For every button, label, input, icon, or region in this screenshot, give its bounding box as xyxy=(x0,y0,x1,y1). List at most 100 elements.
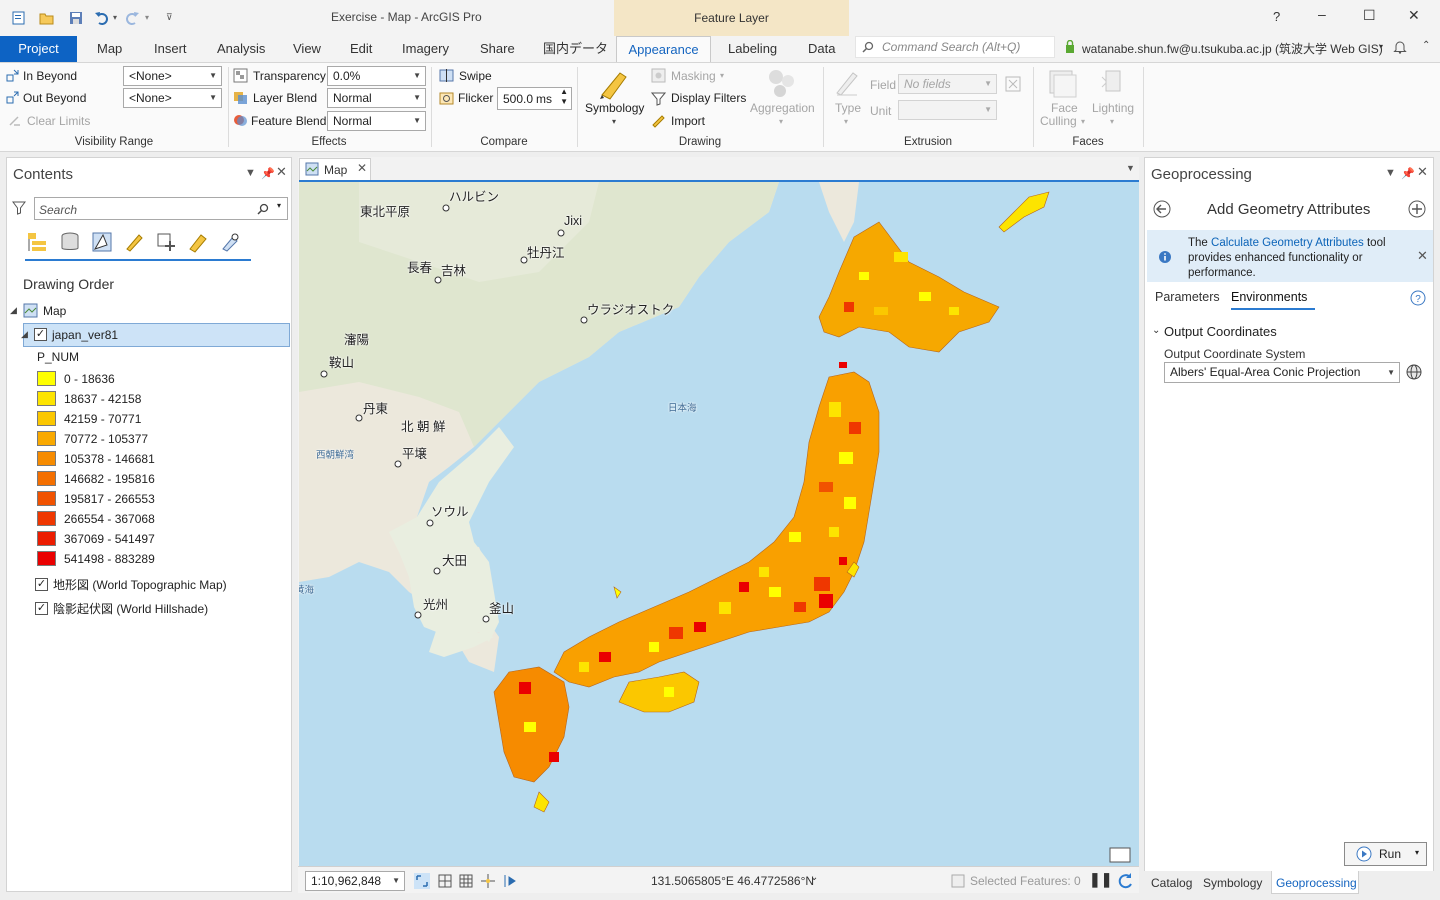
list-by-perspective-imagery-icon[interactable] xyxy=(219,231,241,253)
dock-tab-symbology[interactable]: Symbology xyxy=(1203,876,1262,890)
symbology-dropdown-icon[interactable]: ▾ xyxy=(612,117,616,126)
lighting-dropdown-icon[interactable]: ▾ xyxy=(1110,117,1114,126)
layer-name[interactable]: japan_ver81 xyxy=(52,328,118,342)
output-coordinate-system-select[interactable]: Albers' Equal-Area Conic Projection ▼ xyxy=(1164,362,1400,383)
refresh-icon[interactable] xyxy=(1116,872,1134,890)
in-beyond-button[interactable]: In Beyond xyxy=(23,69,77,83)
collapse-map-icon[interactable]: ◢ xyxy=(10,305,17,316)
list-by-drawing-order-icon[interactable] xyxy=(26,231,48,253)
close-map-tab-icon[interactable]: ✕ xyxy=(357,161,367,175)
display-filters-button[interactable]: Display Filters xyxy=(671,91,746,105)
collapse-ribbon-icon[interactable]: ⌃ xyxy=(1422,40,1430,51)
face-culling-dropdown-icon[interactable]: ▾ xyxy=(1081,117,1085,126)
tab-parameters[interactable]: Parameters xyxy=(1155,290,1220,304)
list-by-data-source-icon[interactable] xyxy=(59,231,81,253)
basemap-hillshade-checkbox[interactable]: ✓ xyxy=(35,602,48,615)
globe-icon[interactable] xyxy=(1405,363,1423,381)
section-collapse-icon[interactable]: ⌄ xyxy=(1152,325,1160,336)
back-arrow-icon[interactable] xyxy=(1153,200,1171,218)
close-button[interactable]: ✕ xyxy=(1408,7,1420,24)
face-culling-button-line1[interactable]: Face xyxy=(1051,101,1078,115)
tab-domestic-data[interactable]: 国内データ xyxy=(543,36,608,62)
run-button[interactable]: Run ▾ xyxy=(1344,842,1427,866)
map-view-tab[interactable]: Map ✕ xyxy=(299,158,371,180)
tab-imagery[interactable]: Imagery xyxy=(402,36,449,62)
type-dropdown-icon[interactable]: ▾ xyxy=(844,117,848,126)
basemap-topographic-label[interactable]: 地形図 (World Topographic Map) xyxy=(53,576,227,593)
transparency-input[interactable]: 0.0% ▼ xyxy=(327,66,426,86)
legend-swatch[interactable] xyxy=(37,411,56,426)
legend-swatch[interactable] xyxy=(37,391,56,406)
list-by-selection-icon[interactable] xyxy=(91,231,113,253)
output-coordinates-heading[interactable]: Output Coordinates xyxy=(1164,324,1277,339)
import-button[interactable]: Import xyxy=(671,114,705,128)
maximize-button[interactable]: ☐ xyxy=(1363,7,1376,24)
list-by-editing-icon[interactable] xyxy=(123,231,145,253)
redo-icon[interactable] xyxy=(124,10,140,26)
search-dropdown-icon[interactable]: ▾ xyxy=(277,201,281,210)
legend-swatch[interactable] xyxy=(37,491,56,506)
table-icon[interactable] xyxy=(458,873,474,889)
undo-icon[interactable] xyxy=(94,10,110,26)
feature-blend-select[interactable]: Normal ▼ xyxy=(327,111,426,131)
flicker-rate-input[interactable]: 500.0 ms ▲ ▼ xyxy=(497,87,572,110)
list-by-snapping-icon[interactable] xyxy=(155,231,177,253)
pin-icon[interactable]: 📌 xyxy=(261,167,275,180)
map-tabs-menu-icon[interactable]: ▼ xyxy=(1126,163,1135,173)
tab-analysis[interactable]: Analysis xyxy=(217,36,265,62)
tab-environments[interactable]: Environments xyxy=(1231,290,1307,304)
basemap-hillshade-label[interactable]: 陰影起伏図 (World Hillshade) xyxy=(53,600,208,617)
grid-icon[interactable] xyxy=(437,873,453,889)
snapping-icon[interactable] xyxy=(480,873,496,889)
tab-labeling[interactable]: Labeling xyxy=(728,36,777,62)
clear-limits-button[interactable]: Clear Limits xyxy=(27,114,90,128)
filter-icon[interactable] xyxy=(12,201,26,215)
legend-swatch[interactable] xyxy=(37,551,56,566)
basemap-topographic-checkbox[interactable]: ✓ xyxy=(35,578,48,591)
refresh-pause-icon[interactable] xyxy=(503,873,519,889)
scale-select[interactable]: 1:10,962,848 ▼ xyxy=(305,871,405,891)
legend-swatch[interactable] xyxy=(37,511,56,526)
close-pane-icon[interactable]: ✕ xyxy=(1417,164,1428,180)
close-pane-icon[interactable]: ✕ xyxy=(276,164,287,180)
undo-dropdown-icon[interactable]: ▾ xyxy=(113,13,117,22)
tab-edit[interactable]: Edit xyxy=(350,36,372,62)
tab-data[interactable]: Data xyxy=(808,36,835,62)
pane-menu-icon[interactable]: ▼ xyxy=(245,167,256,179)
save-project-icon[interactable] xyxy=(68,10,84,26)
out-beyond-select[interactable]: <None> ▼ xyxy=(123,88,222,108)
swipe-button[interactable]: Swipe xyxy=(459,69,492,83)
legend-swatch[interactable] xyxy=(37,531,56,546)
spinner-icon[interactable]: ▲ ▼ xyxy=(560,87,568,107)
coordinate-format-dropdown-icon[interactable]: ⌄ xyxy=(810,872,818,883)
masking-button[interactable]: Masking xyxy=(671,69,716,83)
layer-blend-select[interactable]: Normal ▼ xyxy=(327,88,426,108)
aggregation-dropdown-icon[interactable]: ▾ xyxy=(779,117,783,126)
dock-tab-geoprocessing[interactable]: Geoprocessing xyxy=(1276,876,1357,890)
dismiss-info-icon[interactable]: ✕ xyxy=(1417,248,1428,264)
new-project-icon[interactable] xyxy=(11,10,27,26)
tab-view[interactable]: View xyxy=(293,36,321,62)
map-node-label[interactable]: Map xyxy=(43,304,66,318)
layer-visibility-checkbox[interactable]: ✓ xyxy=(34,328,47,341)
pause-drawing-icon[interactable]: ❚❚ xyxy=(1089,871,1112,888)
minimize-button[interactable]: – xyxy=(1318,6,1326,22)
symbology-button[interactable]: Symbology xyxy=(585,101,644,115)
search-icon[interactable] xyxy=(257,203,269,215)
pin-icon[interactable]: 📌 xyxy=(1401,167,1415,180)
aggregation-button[interactable]: Aggregation xyxy=(750,101,815,115)
collapse-layer-icon[interactable]: ◢ xyxy=(21,329,28,340)
expression-icon[interactable] xyxy=(1005,76,1021,92)
calculate-geometry-link[interactable]: Calculate Geometry Attributes xyxy=(1211,237,1364,249)
fixed-zoom-icon[interactable] xyxy=(414,873,430,889)
masking-dropdown-icon[interactable]: ▾ xyxy=(720,71,724,80)
open-project-icon[interactable] xyxy=(39,10,55,26)
user-dropdown-icon[interactable]: ▾ xyxy=(1379,42,1383,51)
legend-swatch[interactable] xyxy=(37,431,56,446)
extrusion-type-button[interactable]: Type xyxy=(835,101,861,115)
legend-swatch[interactable] xyxy=(37,471,56,486)
extrusion-field-select[interactable]: No fields ▼ xyxy=(898,74,997,94)
dock-tab-catalog[interactable]: Catalog xyxy=(1151,876,1192,890)
run-dropdown-icon[interactable]: ▾ xyxy=(1415,848,1419,857)
list-by-labeling-icon[interactable] xyxy=(187,231,209,253)
